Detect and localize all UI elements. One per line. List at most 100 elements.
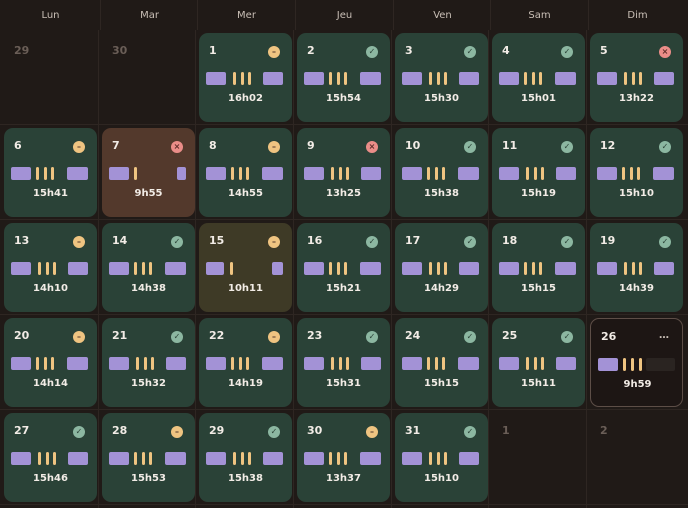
calendar-day[interactable]: 23 ✓ 15h31 bbox=[297, 318, 390, 407]
sleep-segment bbox=[555, 72, 576, 85]
sleep-segment bbox=[458, 167, 479, 180]
calendar-day[interactable]: 31 ✓ 15h10 bbox=[395, 413, 488, 502]
calendar-day[interactable]: 10 ✓ 15h38 bbox=[395, 128, 488, 217]
calendar-day[interactable]: 9 × 13h25 bbox=[297, 128, 390, 217]
sleep-segment bbox=[653, 167, 674, 180]
day-number: 16 bbox=[307, 234, 323, 247]
sleep-segment bbox=[177, 167, 186, 180]
weekday-header: Lun Mar Mer Jeu Ven Sam Dim bbox=[0, 0, 688, 30]
sleep-timeline bbox=[304, 357, 381, 370]
sleep-duration: 15h15 bbox=[424, 378, 459, 389]
calendar-day[interactable]: 17 ✓ 14h29 bbox=[395, 223, 488, 312]
wake-tick bbox=[51, 167, 54, 180]
sleep-timeline bbox=[304, 452, 381, 465]
day-number: 2 bbox=[600, 424, 608, 437]
calendar-day[interactable]: 18 ✓ 15h15 bbox=[492, 223, 585, 312]
wake-tick bbox=[329, 452, 332, 465]
grid-divider bbox=[0, 124, 688, 125]
grid-divider bbox=[0, 504, 688, 505]
check-icon: ✓ bbox=[659, 141, 671, 153]
calendar-day[interactable]: 22 – 14h19 bbox=[199, 318, 292, 407]
sleep-timeline bbox=[206, 72, 283, 85]
wake-tick bbox=[339, 167, 342, 180]
calendar-day[interactable]: 26 … 9h59 bbox=[590, 318, 683, 407]
wake-tick bbox=[427, 167, 430, 180]
calendar-day[interactable]: 3 ✓ 15h30 bbox=[395, 33, 488, 122]
sleep-duration: 15h53 bbox=[131, 473, 166, 484]
sleep-duration: 15h10 bbox=[424, 473, 459, 484]
calendar-day[interactable]: 6 – 15h41 bbox=[4, 128, 97, 217]
calendar-day[interactable]: 7 × 9h55 bbox=[102, 128, 195, 217]
sleep-timeline bbox=[402, 72, 479, 85]
wake-tick bbox=[142, 452, 145, 465]
sleep-segment bbox=[597, 72, 617, 85]
sleep-duration: 15h11 bbox=[521, 378, 556, 389]
calendar-day[interactable]: 29 ✓ 15h38 bbox=[199, 413, 292, 502]
day-number: 7 bbox=[112, 139, 120, 152]
calendar-day[interactable]: 15 – 10h11 bbox=[199, 223, 292, 312]
wake-tick bbox=[329, 262, 332, 275]
wake-tick bbox=[230, 262, 233, 275]
calendar-day[interactable]: 13 – 14h10 bbox=[4, 223, 97, 312]
sleep-segment bbox=[109, 357, 129, 370]
calendar-day[interactable]: 28 – 15h53 bbox=[102, 413, 195, 502]
sleep-segment bbox=[68, 262, 88, 275]
calendar-day[interactable]: 5 × 13h22 bbox=[590, 33, 683, 122]
calendar-day[interactable]: 4 ✓ 15h01 bbox=[492, 33, 585, 122]
calendar-day[interactable]: 16 ✓ 15h21 bbox=[297, 223, 390, 312]
day-number: 14 bbox=[112, 234, 128, 247]
calendar-day[interactable]: 27 ✓ 15h46 bbox=[4, 413, 97, 502]
wake-tick bbox=[524, 72, 527, 85]
sleep-duration: 15h31 bbox=[326, 378, 361, 389]
calendar-day[interactable]: 1 – 16h02 bbox=[199, 33, 292, 122]
calendar-day[interactable]: 8 – 14h55 bbox=[199, 128, 292, 217]
day-number: 1 bbox=[209, 44, 217, 57]
minus-icon: – bbox=[171, 426, 183, 438]
sleep-duration: 9h55 bbox=[134, 188, 163, 199]
sleep-segment bbox=[67, 167, 88, 180]
day-number: 9 bbox=[307, 139, 315, 152]
wake-tick bbox=[444, 262, 447, 275]
sleep-duration: 15h19 bbox=[521, 188, 556, 199]
sleep-timeline bbox=[109, 167, 186, 180]
calendar-day[interactable]: 20 – 14h14 bbox=[4, 318, 97, 407]
check-icon: ✓ bbox=[366, 46, 378, 58]
calendar-day[interactable]: 30 – 13h37 bbox=[297, 413, 390, 502]
sleep-duration: 13h25 bbox=[326, 188, 361, 199]
calendar-day[interactable]: 24 ✓ 15h15 bbox=[395, 318, 488, 407]
sleep-segment bbox=[109, 167, 129, 180]
day-number: 3 bbox=[405, 44, 413, 57]
wake-tick bbox=[526, 167, 529, 180]
wake-tick bbox=[134, 167, 137, 180]
wake-tick bbox=[639, 358, 642, 371]
sleep-duration: 15h54 bbox=[326, 93, 361, 104]
calendar-day[interactable]: 12 ✓ 15h10 bbox=[590, 128, 683, 217]
more-icon[interactable]: … bbox=[658, 330, 670, 342]
sleep-segment bbox=[499, 72, 519, 85]
wake-tick bbox=[44, 357, 47, 370]
calendar-day[interactable]: 14 ✓ 14h38 bbox=[102, 223, 195, 312]
calendar-day[interactable]: 2 ✓ 15h54 bbox=[297, 33, 390, 122]
wake-tick bbox=[337, 452, 340, 465]
wake-tick bbox=[427, 357, 430, 370]
weekday-fri: Ven bbox=[393, 0, 491, 30]
sleep-segment bbox=[11, 262, 31, 275]
wake-tick bbox=[526, 357, 529, 370]
minus-icon: – bbox=[73, 236, 85, 248]
sleep-duration: 15h38 bbox=[228, 473, 263, 484]
calendar-day[interactable]: 11 ✓ 15h19 bbox=[492, 128, 585, 217]
sleep-timeline bbox=[206, 452, 283, 465]
check-icon: ✓ bbox=[561, 141, 573, 153]
calendar-day[interactable]: 21 ✓ 15h32 bbox=[102, 318, 195, 407]
calendar-day[interactable]: 25 ✓ 15h11 bbox=[492, 318, 585, 407]
wake-tick bbox=[429, 262, 432, 275]
wake-tick bbox=[329, 72, 332, 85]
wake-tick bbox=[134, 452, 137, 465]
wake-tick bbox=[624, 262, 627, 275]
calendar-day-outside: 29 bbox=[4, 33, 97, 122]
sleep-segment bbox=[263, 452, 283, 465]
check-icon: ✓ bbox=[366, 331, 378, 343]
wake-tick bbox=[233, 452, 236, 465]
calendar-day[interactable]: 19 ✓ 14h39 bbox=[590, 223, 683, 312]
wake-tick bbox=[541, 167, 544, 180]
